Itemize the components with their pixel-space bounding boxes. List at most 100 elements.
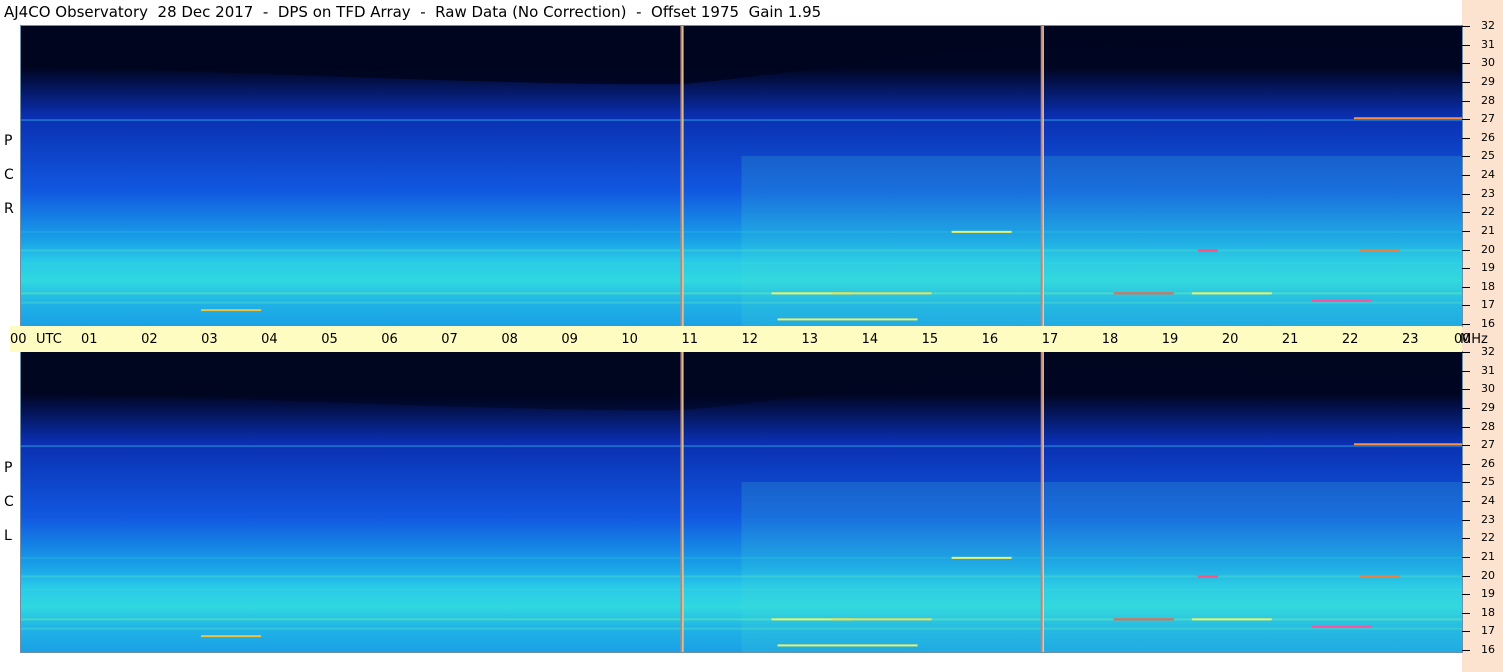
time-tick-label: 07 [441, 332, 458, 347]
emission-streak [1353, 117, 1462, 120]
emission-streak [1191, 618, 1272, 621]
time-tick-label: 10 [621, 332, 638, 347]
time-marker-highlight [682, 352, 684, 652]
time-tick-label: 01 [81, 332, 98, 347]
time-tick-label: 17 [1041, 332, 1059, 347]
frequency-tick-label: 20 [1481, 568, 1495, 582]
frequency-tick-label: 29 [1481, 400, 1495, 414]
frequency-tick [1462, 212, 1470, 214]
frequency-tick [1462, 538, 1470, 540]
time-marker-highlight [1042, 26, 1044, 326]
frequency-tick [1462, 407, 1470, 409]
lcp-label-letter-2: C [4, 494, 14, 510]
time-tick-label: 08 [501, 332, 518, 347]
time-tick-label: 18 [1101, 332, 1119, 347]
frequency-tick-label: 31 [1481, 363, 1495, 377]
emission-streak [777, 644, 918, 647]
emission-streak [201, 635, 262, 638]
band-streak [21, 230, 1462, 233]
rcp-label-letter-1: P [4, 133, 13, 149]
emission-streak [201, 309, 262, 312]
frequency-tick [1462, 556, 1470, 558]
time-tick-label: 21 [1281, 332, 1299, 347]
frequency-tick [1462, 249, 1470, 251]
time-tick-label: 09 [561, 332, 578, 347]
band-streak [21, 575, 1462, 578]
emission-streak [831, 618, 932, 621]
rcp-spectrogram-panel [21, 26, 1462, 326]
frequency-tick [1462, 230, 1470, 232]
frequency-tick-label: 25 [1481, 475, 1495, 489]
frequency-tick-label: 30 [1481, 382, 1495, 396]
emission-streak [1311, 625, 1372, 628]
time-tick-label: 15 [921, 332, 939, 347]
frequency-tick [1462, 137, 1470, 139]
band-streak [21, 627, 1462, 630]
frequency-tick [1462, 100, 1470, 102]
time-tick-label: 13 [801, 332, 819, 347]
frequency-tick [1462, 119, 1470, 121]
time-tick-label: 03 [201, 332, 218, 347]
time-tick-label: 04 [261, 332, 278, 347]
frequency-tick [1462, 575, 1470, 577]
rcp-spectrogram [21, 26, 1462, 326]
band-streak [21, 445, 1462, 448]
frequency-tick-label: 32 [1481, 19, 1495, 32]
emission-streak [777, 318, 918, 321]
frequency-tick [1462, 370, 1470, 372]
frequency-tick-label: 25 [1481, 149, 1495, 163]
frequency-tick-label: 27 [1481, 112, 1495, 126]
emission-streak [1359, 249, 1400, 252]
time-tick-label: 11 [681, 332, 698, 347]
frequency-tick [1462, 482, 1470, 484]
frequency-tick-label: 23 [1481, 186, 1495, 200]
frequency-tick [1462, 612, 1470, 614]
lcp-spectrogram [21, 352, 1462, 652]
frequency-tick-label: 22 [1481, 205, 1495, 219]
band-streak [21, 556, 1462, 559]
frequency-tick [1462, 445, 1470, 447]
frequency-tick [1462, 463, 1470, 465]
time-tick-label: 19 [1161, 332, 1179, 347]
band-streak [21, 262, 1462, 265]
emission-streak [1197, 249, 1218, 252]
frequency-tick [1462, 81, 1470, 83]
frequency-tick [1462, 519, 1470, 521]
time-tick-label: 00 [10, 332, 27, 347]
frequency-tick [1462, 389, 1470, 391]
frequency-tick-label: 28 [1481, 419, 1495, 433]
time-tick-label: 02 [141, 332, 158, 347]
emission-streak [1359, 575, 1400, 578]
frequency-tick [1462, 193, 1470, 195]
time-tick-label: 23 [1401, 332, 1419, 347]
rcp-label-letter-2: C [4, 167, 14, 183]
frequency-tick [1462, 594, 1470, 596]
band-streak [21, 301, 1462, 304]
frequency-tick-label: 21 [1481, 549, 1495, 563]
frequency-tick [1462, 426, 1470, 428]
frequency-tick-label: 19 [1481, 587, 1495, 601]
frequency-tick-label: 16 [1481, 317, 1495, 330]
lcp-label-letter-1: P [4, 460, 13, 476]
emission-streak [1311, 299, 1372, 302]
frequency-tick-label: 21 [1481, 223, 1495, 237]
frequency-tick-label: 30 [1481, 56, 1495, 70]
frequency-tick-label: 24 [1481, 168, 1495, 181]
time-tick-label: 20 [1221, 332, 1239, 347]
frequency-tick-label: 18 [1481, 279, 1495, 293]
frequency-tick-label: 29 [1481, 74, 1495, 88]
frequency-tick-label: 31 [1481, 37, 1495, 51]
frequency-tick [1462, 650, 1470, 651]
frequency-tick-label: 28 [1481, 93, 1495, 107]
frequency-tick-label: 17 [1481, 624, 1495, 638]
time-tick-label: 05 [321, 332, 338, 347]
frequency-tick [1462, 286, 1470, 288]
emission-streak [1197, 575, 1218, 578]
frequency-tick-label: 22 [1481, 531, 1495, 545]
frequency-tick-label: 19 [1481, 261, 1495, 275]
frequency-tick-label: 18 [1481, 605, 1495, 619]
emission-streak [831, 292, 932, 295]
frequency-tick [1462, 305, 1470, 307]
emission-streak [951, 556, 1012, 559]
lcp-spectrogram-panel [21, 352, 1462, 652]
